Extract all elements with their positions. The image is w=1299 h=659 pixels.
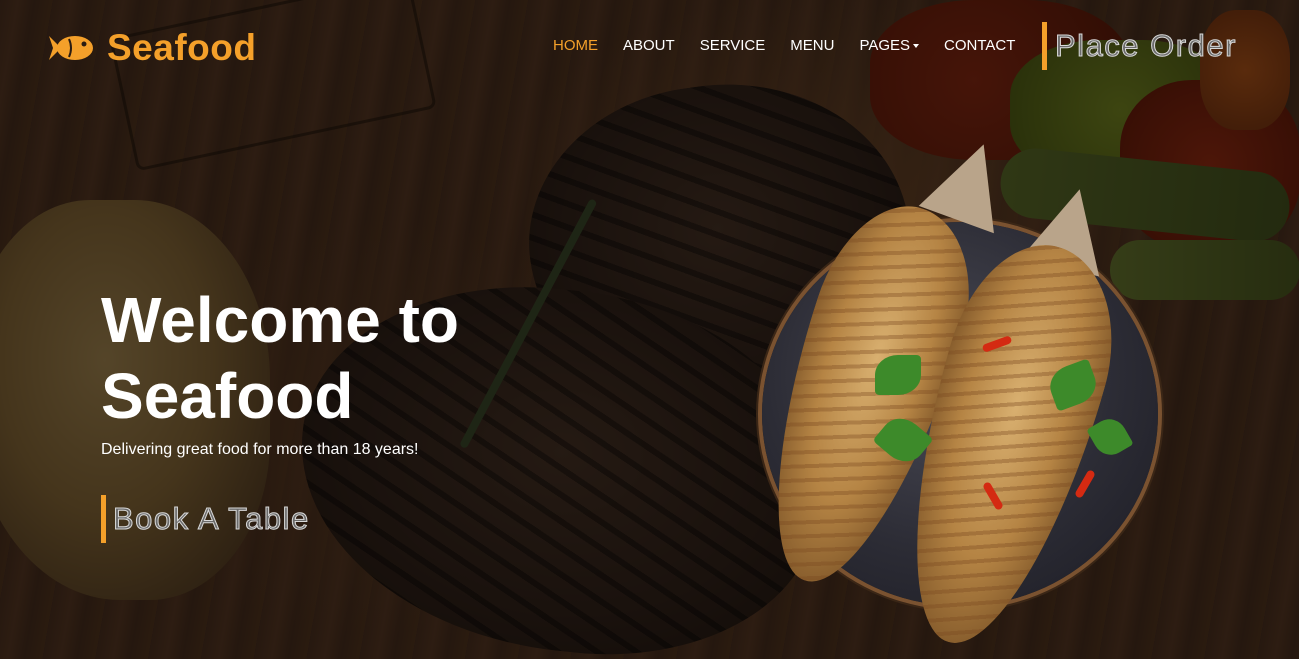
caret-down-icon bbox=[913, 44, 920, 48]
brand-name: Seafood bbox=[107, 27, 257, 68]
nav-about[interactable]: ABOUT bbox=[623, 37, 675, 54]
hero-title: Welcome to Seafood bbox=[101, 284, 459, 432]
navbar: Seafood HOME ABOUT SERVICE MENU PAGES CO… bbox=[0, 0, 1299, 92]
herb-garnish bbox=[875, 355, 921, 395]
fish-icon bbox=[47, 28, 95, 68]
book-table-button[interactable]: Book A Table bbox=[101, 495, 310, 543]
nav-menu: HOME ABOUT SERVICE MENU PAGES CONTACT bbox=[553, 37, 1040, 54]
nav-menu-link[interactable]: MENU bbox=[790, 37, 834, 54]
hero-subtitle: Delivering great food for more than 18 y… bbox=[101, 441, 419, 458]
nav-home[interactable]: HOME bbox=[553, 37, 598, 54]
book-table-label: Book A Table bbox=[113, 501, 310, 537]
nav-pages-label: PAGES bbox=[859, 37, 911, 54]
nav-service[interactable]: SERVICE bbox=[700, 37, 766, 54]
brand-logo-link[interactable]: Seafood bbox=[47, 27, 256, 69]
nav-pages-dropdown[interactable]: PAGES bbox=[859, 37, 920, 54]
place-order-button[interactable]: Place Order bbox=[1042, 22, 1237, 70]
place-order-label: Place Order bbox=[1055, 28, 1237, 64]
nav-contact[interactable]: CONTACT bbox=[944, 37, 1015, 54]
